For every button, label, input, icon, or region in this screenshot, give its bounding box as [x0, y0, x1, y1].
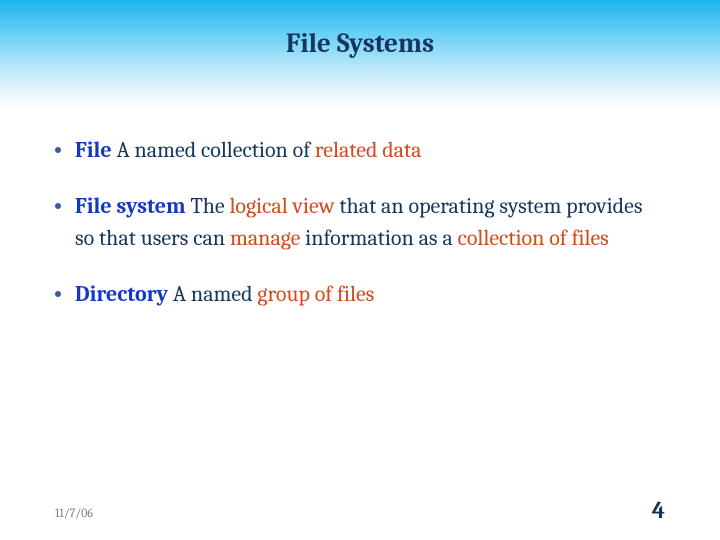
term: Directory: [75, 281, 168, 307]
accent-text: logical view: [229, 193, 334, 219]
plain-text: The: [186, 193, 230, 219]
plain-text: A named: [168, 281, 257, 307]
term: File: [75, 137, 112, 163]
list-item: File system The logical view that an ope…: [55, 191, 660, 255]
term: File system: [75, 193, 186, 219]
bullet-icon: [55, 147, 61, 153]
accent-text: collection of files: [458, 225, 609, 251]
bullet-text: File system The logical view that an ope…: [75, 191, 660, 255]
plain-text: A named collection of: [112, 137, 315, 163]
bullet-icon: [55, 203, 61, 209]
accent-text: related data: [315, 137, 422, 163]
page-number: 4: [652, 496, 665, 524]
bullet-list: File A named collection of related dataF…: [55, 135, 660, 335]
accent-text: manage: [230, 225, 300, 251]
footer-date: 11/7/06: [55, 506, 93, 520]
accent-text: group of files: [257, 281, 374, 307]
bullet-text: File A named collection of related data: [75, 135, 660, 167]
bullet-icon: [55, 291, 61, 297]
list-item: Directory A named group of files: [55, 279, 660, 311]
plain-text: information as a: [300, 225, 457, 251]
bullet-text: Directory A named group of files: [75, 279, 660, 311]
list-item: File A named collection of related data: [55, 135, 660, 167]
page-title: File Systems: [0, 28, 720, 59]
